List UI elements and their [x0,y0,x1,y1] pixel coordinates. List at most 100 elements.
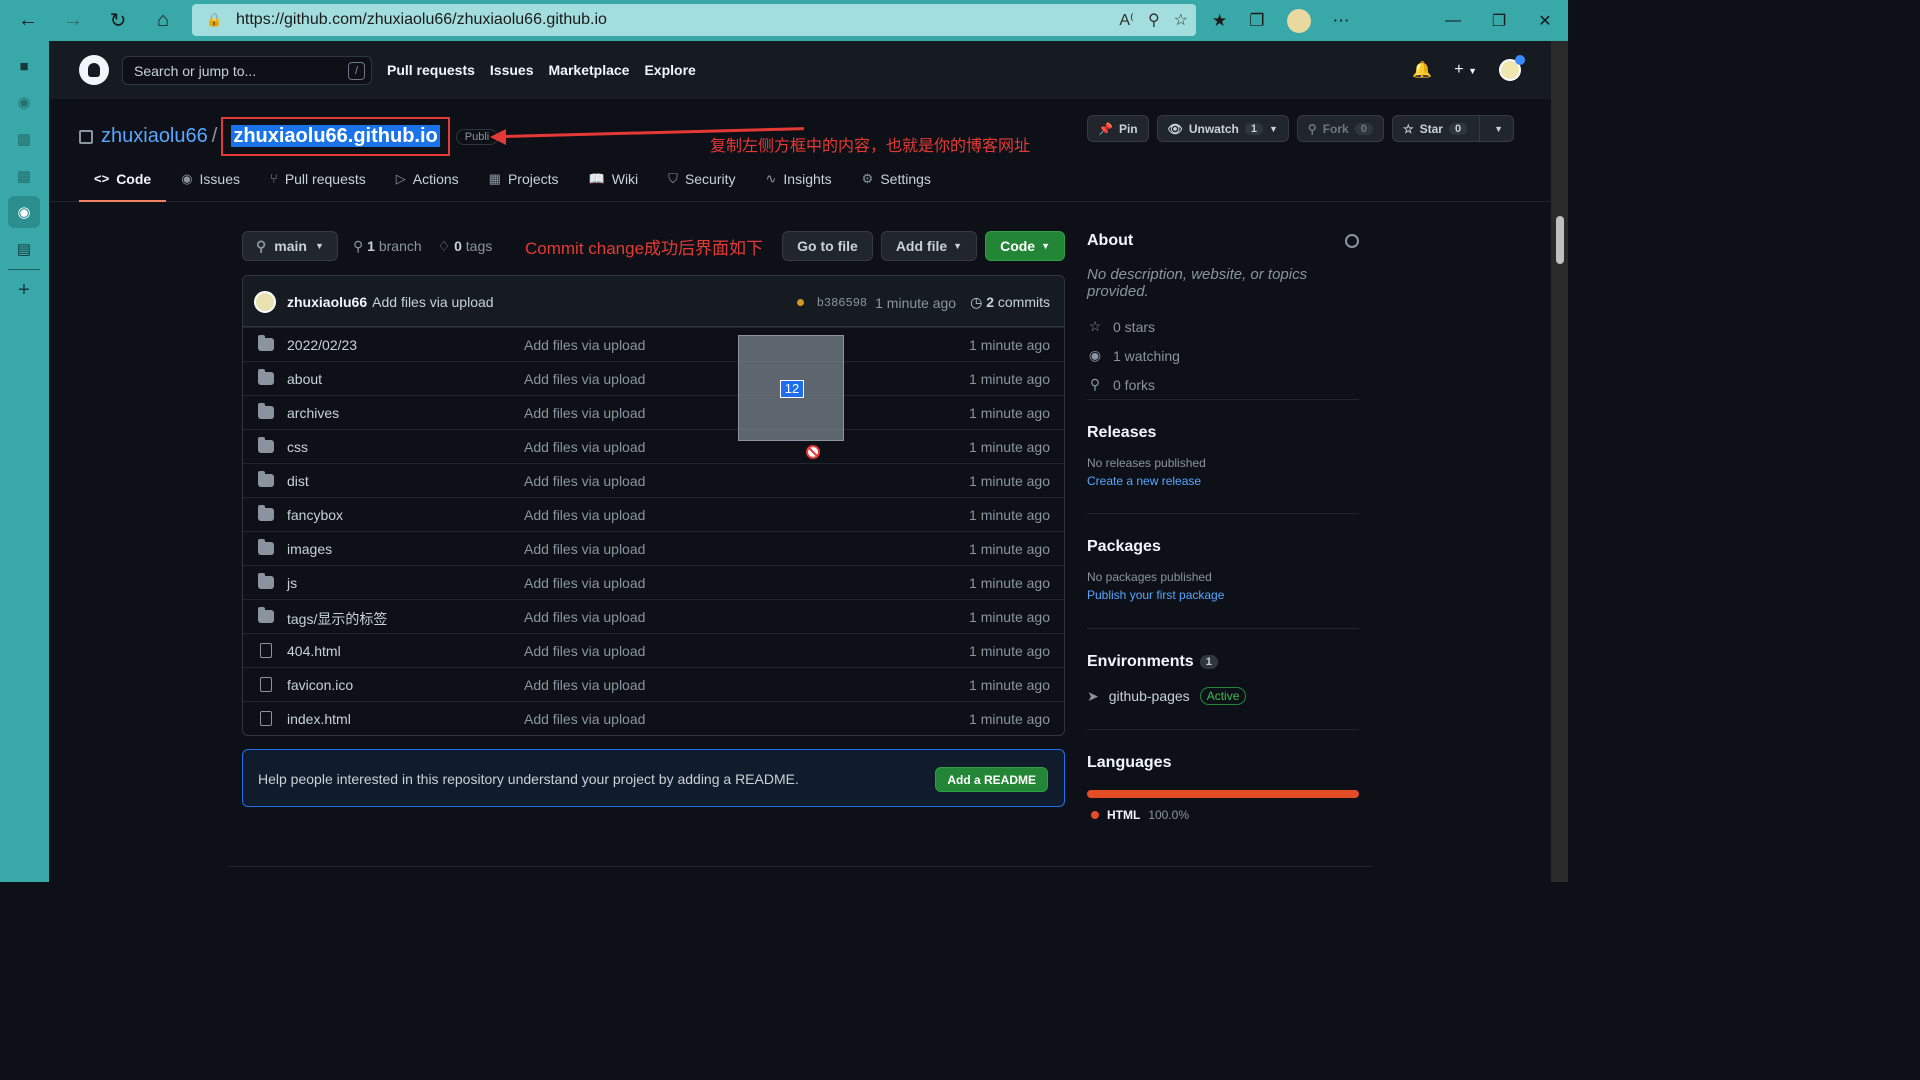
tab-settings[interactable]: ⚙ Settings [847,161,946,202]
add-readme-button[interactable]: Add a README [935,767,1048,792]
commit-author[interactable]: zhuxiaolu66 [287,294,367,310]
github-active-icon[interactable]: ◉ [8,196,40,228]
home-icon[interactable]: ⌂ [145,3,181,39]
language-item[interactable]: HTML 100.0% [1087,808,1359,822]
address-bar[interactable]: 🔒 https://github.com/zhuxiaolu66/zhuxiao… [192,4,1196,36]
tab-actions[interactable]: ▷ Actions [381,161,474,202]
github-tab-icon[interactable]: ◉ [8,86,40,118]
commit-sha[interactable]: b386598 [817,296,867,310]
watchers-link[interactable]: ◉ 1 watching [1087,347,1359,364]
restore-icon[interactable]: ❐ [1476,11,1522,31]
branch-select[interactable]: ⚲ main ▼ [242,231,338,261]
sidebar-app-icon[interactable]: ▩ [8,160,40,192]
zoom-icon[interactable]: ⚲ [1148,10,1160,30]
pin-button[interactable]: 📌 Pin [1086,115,1149,142]
nav-marketplace[interactable]: Marketplace [549,62,630,78]
go-to-file-button[interactable]: Go to file [782,231,873,261]
tab-code[interactable]: <> Code [79,161,167,202]
nav-pull-requests[interactable]: Pull requests [387,62,475,78]
file-commit-message[interactable]: Add files via upload [524,371,645,387]
repo-sidebar: About No description, website, or topics… [1087,232,1359,822]
publish-package-link[interactable]: Publish your first package [1087,588,1359,602]
repo-name-link[interactable]: zhuxiaolu66.github.io [231,125,440,147]
file-name-link[interactable]: dist [287,473,309,489]
more-icon[interactable]: ⋯ [1333,11,1350,31]
file-name-link[interactable]: tags/显示的标签 [287,609,387,629]
avatar[interactable] [254,291,276,313]
refresh-icon[interactable]: ↻ [100,3,136,39]
add-file-button[interactable]: Add file ▼ [880,231,978,261]
nav-explore[interactable]: Explore [644,62,695,78]
repo-owner-link[interactable]: zhuxiaolu66 [101,125,208,148]
file-name-link[interactable]: 2022/02/23 [287,337,357,353]
file-commit-message[interactable]: Add files via upload [524,643,645,659]
gear-icon[interactable] [1345,234,1359,248]
file-name-link[interactable]: favicon.ico [287,677,353,693]
tab-projects[interactable]: ▦ Projects [474,161,574,202]
tab-insights[interactable]: ∿ Insights [751,161,847,202]
chevron-down-icon[interactable]: ▼ [1494,124,1503,134]
forks-link[interactable]: ⚲ 0 forks [1087,376,1359,393]
file-commit-message[interactable]: Add files via upload [524,541,645,557]
search-input[interactable]: Search or jump to... / [122,56,372,85]
status-dot-icon[interactable] [796,299,804,306]
fork-button[interactable]: ⚲ Fork 0 [1296,115,1384,142]
file-name-link[interactable]: archives [287,405,339,421]
file-commit-message[interactable]: Add files via upload [524,439,645,455]
user-avatar[interactable] [1499,55,1525,81]
document-icon[interactable]: ▤ [8,233,40,265]
profile-icon[interactable] [1286,8,1311,33]
read-aloud-icon[interactable]: A⁽ [1119,10,1134,30]
tab-actions-icon[interactable]: ■ [8,50,40,82]
file-name-link[interactable]: images [287,541,332,557]
scrollbar-thumb[interactable] [1556,216,1564,264]
forward-icon[interactable]: → [55,3,91,39]
unwatch-button[interactable]: 👁 Unwatch 1 ▼ [1156,115,1289,142]
file-name-link[interactable]: js [287,575,297,591]
scrollbar[interactable] [1551,41,1568,882]
minimize-icon[interactable]: — [1430,12,1476,30]
star-button[interactable]: ☆ Star 0 ▼ [1391,115,1514,142]
file-commit-message[interactable]: Add files via upload [524,507,645,523]
github-logo-icon[interactable] [79,55,109,85]
code-button[interactable]: Code ▼ [985,231,1065,261]
add-icon[interactable]: + [8,274,40,306]
sidebar-app-icon[interactable]: ▩ [8,123,40,155]
environments-title[interactable]: Environments 1 [1087,653,1359,671]
tab-security[interactable]: ⛉ Security [653,161,750,202]
file-commit-message[interactable]: Add files via upload [524,609,645,625]
tab-pull-requests[interactable]: ⑂ Pull requests [255,161,381,202]
file-name-link[interactable]: index.html [287,711,351,727]
tab-wiki[interactable]: 📖 Wiki [574,161,654,202]
file-commit-message[interactable]: Add files via upload [524,677,645,693]
branches-link[interactable]: ⚲ 1 branch [353,238,422,255]
environment-item[interactable]: ➤ github-pages Active [1087,687,1359,705]
nav-issues[interactable]: Issues [490,62,534,78]
file-commit-message[interactable]: Add files via upload [524,575,645,591]
file-name-link[interactable]: fancybox [287,507,343,523]
releases-title[interactable]: Releases [1087,424,1359,442]
back-icon[interactable]: ← [10,3,46,39]
collections-icon[interactable]: ❐ [1249,11,1264,31]
packages-title[interactable]: Packages [1087,538,1359,556]
bell-icon[interactable]: 🔔 [1412,60,1432,80]
file-commit-message[interactable]: Add files via upload [524,711,645,727]
favorites-icon[interactable]: ★ [1212,11,1227,31]
tab-issues[interactable]: ◉ Issues [166,161,255,202]
environment-name[interactable]: github-pages [1109,688,1190,704]
file-name-link[interactable]: about [287,371,322,387]
file-commit-message[interactable]: Add files via upload [524,473,645,489]
create-new-icon[interactable]: + ▼ [1454,61,1477,79]
commits-link[interactable]: ◷ 2 commits [970,294,1050,311]
file-commit-message[interactable]: Add files via upload [524,337,645,353]
add-favorite-icon[interactable]: ☆ [1174,10,1188,30]
file-commit-message[interactable]: Add files via upload [524,405,645,421]
commit-text[interactable]: Add files via upload [372,294,493,310]
create-release-link[interactable]: Create a new release [1087,474,1359,488]
stars-link[interactable]: ☆ 0 stars [1087,318,1359,335]
file-name-link[interactable]: css [287,439,308,455]
chevron-down-icon[interactable]: ▼ [1269,124,1278,134]
tags-link[interactable]: ♢ 0 tags [438,238,493,255]
file-name-link[interactable]: 404.html [287,643,341,659]
close-icon[interactable]: ✕ [1522,11,1568,31]
